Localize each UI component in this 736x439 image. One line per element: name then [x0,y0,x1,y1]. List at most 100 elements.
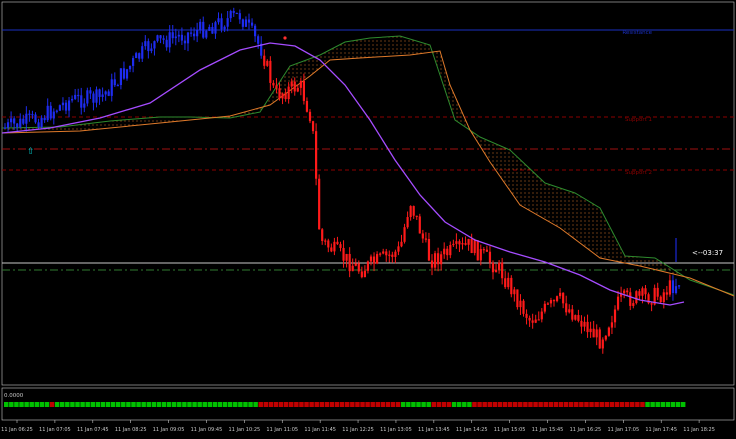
candle-body-44 [138,53,141,59]
candle-body-133 [409,206,412,218]
candle-body-144 [443,248,446,255]
price-chart[interactable]: Resistance Support 1 Support 2 ⇧ <--03:37 0.0… [0,0,736,435]
candle-body-52 [162,38,165,40]
candle-body-95 [293,81,296,92]
indicator-bar-7-32 [635,402,640,407]
indicator-bar-7-22 [584,402,589,407]
moving-average-line [1,42,685,306]
indicator-bar-2-8 [95,402,101,407]
indicator-bar-8-5 [670,402,676,407]
time-label-15: 11 Jan 16:25 [570,427,602,433]
candle-body-206 [632,303,635,306]
indicator-bar-6-0 [451,402,457,407]
candle-body-128 [394,251,397,257]
indicator-bar-2-23 [171,402,177,407]
candle-body-85 [263,55,266,66]
candle-body-91 [281,93,284,99]
candle-body-64 [199,21,202,30]
indicator-bar-2-2 [65,402,70,407]
candle-body-41 [128,65,132,70]
indicator-bar-2-19 [151,402,157,407]
candle-body-49 [153,41,156,49]
candle-body-97 [299,81,302,88]
indicator-bar-7-33 [640,402,645,407]
candle-body-87 [269,60,272,83]
candle-body-159 [488,251,492,263]
candle-body-71 [220,18,223,30]
time-label-12: 11 Jan 14:25 [456,427,488,433]
candle-body-160 [491,262,495,273]
indicator-bar-3-24 [380,402,386,407]
candle-body-53 [165,39,168,48]
indicator-bar-7-1 [477,402,482,407]
indicator-bar-7-7 [507,402,513,407]
indicator-bar-7-0 [472,402,477,407]
candle-body-59 [183,40,187,44]
indicator-bar-2-37 [243,402,248,407]
candle-body-113 [348,253,351,272]
candle-body-54 [168,32,171,48]
candle-body-75 [232,11,235,13]
indicator-bar-3-3 [273,402,279,407]
level-label-1: Support 1 [625,117,652,123]
candle-body-48 [150,48,153,52]
candle-body-127 [391,254,394,257]
indicator-bar-3-27 [395,402,401,407]
indicator-bar-2-39 [253,402,258,407]
candle-body-136 [418,216,421,234]
indicator-bar-3-2 [268,402,274,407]
indicator-bar-7-11 [528,402,533,407]
up-arrow-marker: ⇧ [27,147,35,157]
signal-dot [283,36,287,40]
candle-body-125 [385,251,388,256]
candle-body-173 [531,320,534,323]
candle-body-37 [116,85,119,87]
candle-body-15 [49,105,52,119]
candle-body-21 [67,100,71,111]
candle-body-10 [34,114,37,123]
time-label-3: 11 Jan 08:25 [115,427,147,433]
indicator-bar-8-1 [650,402,655,407]
candle-body-111 [342,247,345,261]
candle-body-181 [555,296,559,302]
indicator-bar-0-3 [19,402,24,407]
candle-body-109 [336,241,339,245]
indicator-bar-2-4 [75,402,80,407]
candle-body-207 [635,291,638,304]
candle-body-50 [156,35,159,42]
level-label-0: Resistance [622,30,652,36]
candle-body-22 [71,98,74,101]
candle-body-3 [13,118,16,124]
candle-body-165 [507,277,510,288]
candle-body-18 [58,105,61,111]
candle-body-116 [357,263,360,272]
indicator-bar-7-8 [512,402,518,407]
candle-body-12 [40,117,43,128]
candle-body-8 [28,113,31,115]
candle-body-72 [223,26,226,30]
indicator-bar-2-15 [131,402,136,407]
indicator-bar-2-18 [146,402,151,407]
candle-body-140 [430,260,434,268]
candle-body-189 [580,320,583,327]
candle-body-199 [610,322,614,328]
indicator-bar-2-1 [59,402,65,407]
candle-body-129 [397,246,400,252]
indicator-bar-4-4 [421,402,426,407]
indicator-bar-5-0 [431,402,437,407]
candle-body-126 [388,254,391,256]
indicator-bar-7-14 [543,402,548,407]
indicator-bar-7-13 [538,402,543,407]
indicator-bar-8-0 [645,402,650,407]
candle-body-151 [464,243,467,245]
candle-body-104 [321,229,324,241]
candle-body-118 [363,270,366,278]
indicator-bar-3-5 [283,402,289,407]
indicator-bar-3-1 [263,402,269,407]
indicator-bar-2-3 [70,402,75,407]
indicator-bar-3-22 [370,402,375,407]
candle-body-168 [516,289,519,308]
chart-canvas[interactable]: Resistance Support 1 Support 2 ⇧ <--03:37 0.0… [0,0,736,435]
indicator-bar-2-25 [182,402,187,407]
indicator-bar-7-30 [624,402,630,407]
